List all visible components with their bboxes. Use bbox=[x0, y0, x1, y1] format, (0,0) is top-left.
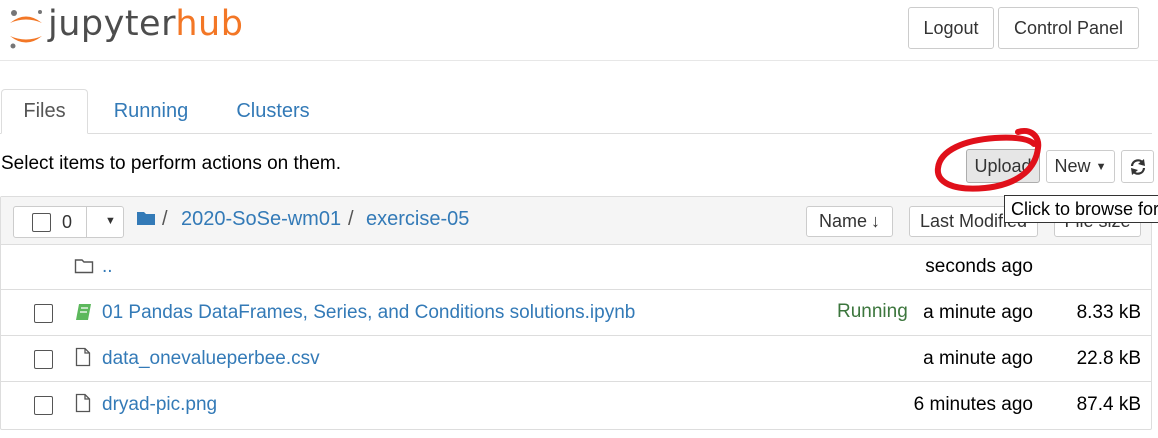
last-modified: a minute ago bbox=[923, 302, 1033, 323]
file-name[interactable]: 01 Pandas DataFrames, Series, and Condit… bbox=[102, 302, 635, 324]
breadcrumb-item[interactable]: 2020-SoSe-wm01 bbox=[181, 208, 341, 231]
file-icon bbox=[75, 347, 91, 367]
folder-solid-icon bbox=[137, 212, 155, 225]
new-button[interactable]: New ▼ bbox=[1046, 150, 1115, 183]
file-list: 0 ▼ / 2020-SoSe-wm01 / exercise-05 Name … bbox=[0, 196, 1152, 430]
last-modified: 6 minutes ago bbox=[913, 394, 1033, 415]
select-all-dropdown[interactable]: 0 ▼ bbox=[13, 206, 124, 238]
file-name[interactable]: .. bbox=[102, 256, 113, 278]
annotation-circle-icon bbox=[934, 128, 1042, 192]
refresh-button[interactable] bbox=[1121, 150, 1154, 183]
arrow-down-icon: ↓ bbox=[871, 211, 880, 231]
sort-name-label: Name bbox=[818, 211, 867, 231]
breadcrumb-separator: / bbox=[162, 208, 168, 230]
refresh-icon bbox=[1130, 158, 1145, 175]
row-checkbox[interactable] bbox=[34, 350, 53, 369]
list-item-parent[interactable]: .. seconds ago bbox=[1, 244, 1151, 290]
last-modified: a minute ago bbox=[923, 348, 1033, 369]
file-name[interactable]: dryad-pic.png bbox=[102, 394, 217, 416]
list-item[interactable]: data_onevalueperbee.csv a minute ago 22.… bbox=[1, 336, 1151, 382]
row-checkbox[interactable] bbox=[34, 304, 53, 323]
jupyter-logo-icon bbox=[10, 10, 42, 49]
selected-count: 0 bbox=[62, 211, 73, 232]
row-checkbox[interactable] bbox=[34, 396, 53, 415]
file-size: 87.4 kB bbox=[1076, 394, 1141, 415]
caret-down-icon: ▼ bbox=[105, 215, 116, 227]
tab-files[interactable]: Files bbox=[1, 89, 88, 134]
new-button-label: New bbox=[1054, 156, 1091, 176]
notebook-icon bbox=[76, 304, 91, 320]
folder-icon bbox=[74, 259, 94, 274]
logo-hub-text: hub bbox=[175, 4, 244, 44]
file-icon bbox=[75, 393, 91, 413]
dropdown-divider bbox=[86, 207, 87, 237]
selection-hint: Select items to perform actions on them. bbox=[1, 153, 342, 174]
last-modified: seconds ago bbox=[925, 256, 1033, 277]
breadcrumb-separator: / bbox=[348, 208, 354, 230]
sort-by-name-button[interactable]: Name ↓ bbox=[806, 206, 893, 237]
control-panel-button[interactable]: Control Panel bbox=[998, 7, 1139, 49]
header: jupyterhub Logout Control Panel bbox=[0, 0, 1158, 61]
breadcrumb-item[interactable]: exercise-05 bbox=[366, 208, 469, 231]
tab-running[interactable]: Running bbox=[98, 89, 204, 133]
list-item[interactable]: 01 Pandas DataFrames, Series, and Condit… bbox=[1, 290, 1151, 336]
logout-button[interactable]: Logout bbox=[908, 7, 994, 49]
tab-clusters[interactable]: Clusters bbox=[222, 89, 324, 133]
brand-logo[interactable]: jupyterhub bbox=[48, 4, 243, 44]
file-size: 8.33 kB bbox=[1076, 302, 1141, 323]
logo-jupyter-text: jupyter bbox=[48, 4, 176, 44]
caret-down-icon: ▼ bbox=[1095, 160, 1107, 173]
file-size: 22.8 kB bbox=[1076, 348, 1141, 369]
file-name[interactable]: data_onevalueperbee.csv bbox=[102, 348, 320, 370]
list-item[interactable]: dryad-pic.png 6 minutes ago 87.4 kB bbox=[1, 382, 1151, 428]
select-all-checkbox[interactable] bbox=[32, 212, 51, 232]
